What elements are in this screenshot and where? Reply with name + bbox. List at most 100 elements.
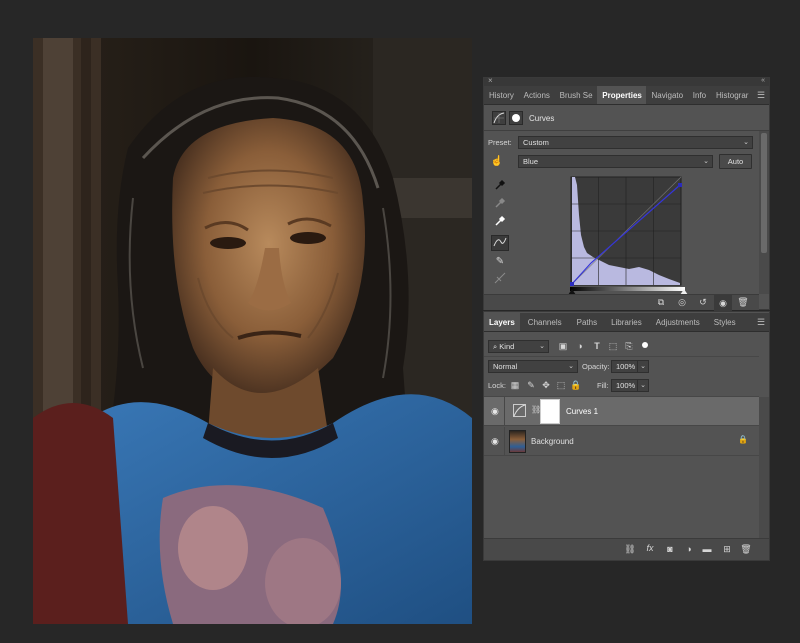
blend-mode-dropdown[interactable]: Normal ⌄ bbox=[488, 360, 578, 373]
chevron-down-icon: ⌄ bbox=[703, 158, 709, 165]
filter-type-icon[interactable]: T bbox=[590, 341, 604, 351]
tab-navigator[interactable]: Navigato bbox=[646, 86, 687, 104]
lock-transparent-icon[interactable]: ▦ bbox=[508, 380, 522, 391]
tab-brush-settings[interactable]: Brush Se bbox=[555, 86, 598, 104]
curves-graph[interactable] bbox=[569, 175, 685, 287]
tab-libraries[interactable]: Libraries bbox=[604, 313, 649, 331]
filter-kind-value: Kind bbox=[499, 342, 515, 351]
layers-panel: Layers Channels Paths Libraries Adjustme… bbox=[483, 311, 770, 561]
lock-artboard-icon[interactable]: ⬚ bbox=[554, 380, 568, 391]
properties-tab-bar: History Actions Brush Se Properties Navi… bbox=[484, 86, 769, 105]
view-previous-icon[interactable]: ◎ bbox=[675, 297, 689, 308]
tab-info[interactable]: Info bbox=[688, 86, 711, 104]
preset-dropdown[interactable]: Custom ⌄ bbox=[518, 136, 753, 149]
close-icon[interactable]: × bbox=[488, 76, 493, 85]
sample-highlights-eyedropper-icon[interactable] bbox=[493, 215, 507, 229]
layers-tab-bar: Layers Channels Paths Libraries Adjustme… bbox=[484, 313, 769, 332]
filter-toggle-icon[interactable] bbox=[642, 342, 648, 348]
draw-pencil-icon[interactable]: ✎ bbox=[493, 255, 507, 269]
edit-points-curve-icon[interactable] bbox=[491, 235, 509, 251]
new-adjustment-layer-icon[interactable]: ◑ bbox=[682, 544, 696, 554]
tab-adjustments[interactable]: Adjustments bbox=[649, 313, 707, 331]
layer-row-curves[interactable]: ◉ ⛓ Curves 1 bbox=[484, 397, 759, 426]
chevron-down-icon: ⌄ bbox=[743, 139, 749, 146]
channel-value: Blue bbox=[523, 157, 539, 166]
input-gradient-bar bbox=[570, 287, 685, 291]
layer-name: Background bbox=[531, 437, 574, 446]
tab-paths[interactable]: Paths bbox=[570, 313, 604, 331]
lock-icon[interactable]: 🔒 bbox=[738, 435, 748, 444]
filter-shape-icon[interactable]: ⬚ bbox=[606, 341, 620, 352]
opacity-slider-toggle[interactable]: ⌄ bbox=[637, 360, 649, 373]
panel-topbar: « × bbox=[484, 76, 769, 86]
preset-value: Custom bbox=[523, 138, 549, 147]
lock-image-icon[interactable]: ✎ bbox=[524, 380, 538, 391]
mask-icon[interactable] bbox=[509, 111, 523, 125]
divider bbox=[484, 130, 769, 131]
visibility-icon[interactable]: ◉ bbox=[714, 295, 732, 311]
filter-pixel-icon[interactable]: ▣ bbox=[556, 341, 570, 352]
lock-all-icon[interactable]: 🔒 bbox=[569, 380, 583, 391]
layers-footer: ⛓ fx ◙ ◑ ▬ ⊞ 🗑 bbox=[484, 538, 769, 560]
chevron-down-icon: ⌄ bbox=[568, 363, 574, 370]
tab-channels[interactable]: Channels bbox=[520, 313, 570, 331]
channel-dropdown[interactable]: Blue ⌄ bbox=[518, 155, 713, 168]
divider bbox=[504, 427, 505, 456]
tab-histogram[interactable]: Histograr bbox=[711, 86, 753, 104]
clip-to-layer-icon[interactable]: ⧉ bbox=[654, 297, 668, 308]
tab-history[interactable]: History bbox=[484, 86, 519, 104]
curves-adjustment-icon bbox=[492, 111, 506, 125]
curves-layer-icon bbox=[513, 404, 526, 419]
fill-label: Fill: bbox=[597, 381, 609, 390]
filter-kind-dropdown[interactable]: ⌕ Kind ⌄ bbox=[488, 340, 549, 353]
lock-label: Lock: bbox=[488, 381, 506, 390]
properties-title: Curves bbox=[529, 114, 555, 123]
chevron-down-icon: ⌄ bbox=[539, 343, 545, 350]
sample-midtones-eyedropper-icon[interactable] bbox=[493, 197, 507, 211]
panel-menu-icon[interactable]: ☰ bbox=[753, 86, 769, 104]
layers-scrollbar[interactable] bbox=[759, 397, 769, 540]
lock-position-icon[interactable]: ✥ bbox=[539, 380, 553, 391]
tab-properties[interactable]: Properties bbox=[597, 86, 647, 104]
fill-value: 100% bbox=[616, 381, 636, 390]
chevron-down-icon: ⌄ bbox=[640, 363, 646, 370]
link-layers-icon[interactable]: ⛓ bbox=[623, 544, 637, 555]
divider bbox=[504, 397, 505, 426]
panel-menu-icon[interactable]: ☰ bbox=[753, 313, 769, 331]
targeted-adjustment-hand-icon[interactable]: ☝ bbox=[490, 155, 504, 169]
reset-icon[interactable]: ↺ bbox=[696, 297, 710, 308]
trash-icon[interactable]: 🗑 bbox=[736, 297, 750, 308]
opacity-value: 100% bbox=[616, 362, 636, 371]
new-layer-icon[interactable]: ⊞ bbox=[720, 544, 734, 555]
collapse-icon[interactable]: « bbox=[761, 77, 765, 84]
filter-adjustment-icon[interactable]: ◑ bbox=[573, 341, 587, 351]
properties-scroll-thumb[interactable] bbox=[761, 133, 767, 253]
document-canvas-photo[interactable] bbox=[33, 38, 472, 624]
fx-icon[interactable]: fx bbox=[643, 543, 657, 553]
blend-mode-value: Normal bbox=[493, 362, 518, 371]
opacity-label: Opacity: bbox=[582, 362, 610, 371]
new-group-folder-icon[interactable]: ▬ bbox=[700, 544, 714, 554]
add-mask-icon[interactable]: ◙ bbox=[663, 544, 677, 554]
properties-scrollbar[interactable] bbox=[759, 131, 769, 294]
sample-shadows-eyedropper-icon[interactable] bbox=[493, 179, 507, 193]
layer-name: Curves 1 bbox=[566, 407, 599, 416]
properties-footer: ⧉ ◎ ↺ ◉ 🗑 bbox=[484, 294, 759, 311]
layer-mask-thumbnail[interactable] bbox=[540, 399, 560, 424]
visibility-eye-icon[interactable]: ◉ bbox=[491, 436, 499, 447]
delete-layer-trash-icon[interactable]: 🗑 bbox=[739, 544, 753, 555]
divider bbox=[484, 356, 759, 357]
fill-slider-toggle[interactable]: ⌄ bbox=[637, 379, 649, 392]
preset-label: Preset: bbox=[488, 138, 512, 147]
properties-panel: « × History Actions Brush Se Properties … bbox=[483, 76, 770, 311]
visibility-eye-icon[interactable]: ◉ bbox=[491, 406, 499, 417]
tab-actions[interactable]: Actions bbox=[519, 86, 555, 104]
tab-layers[interactable]: Layers bbox=[484, 313, 520, 331]
filter-smart-object-icon[interactable]: ⎘ bbox=[622, 341, 636, 352]
tab-styles[interactable]: Styles bbox=[707, 313, 743, 331]
portrait-photo bbox=[33, 38, 472, 624]
layer-row-background[interactable]: ◉ Background 🔒 bbox=[484, 427, 759, 456]
layer-thumbnail bbox=[509, 430, 526, 453]
smooth-curve-icon[interactable] bbox=[493, 272, 507, 286]
auto-button[interactable]: Auto bbox=[719, 154, 752, 169]
